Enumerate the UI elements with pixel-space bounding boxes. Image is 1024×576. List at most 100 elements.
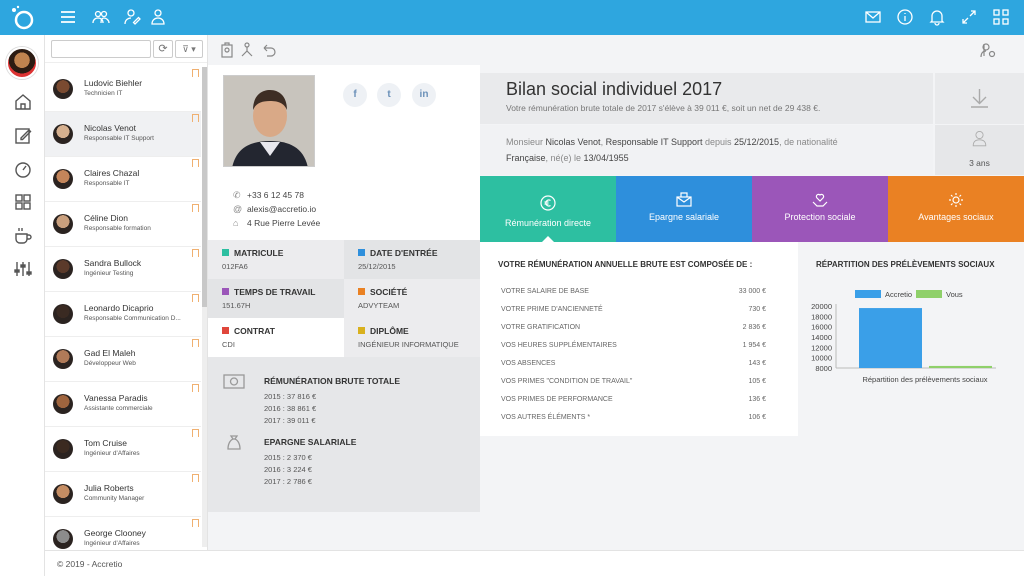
bookmark-icon[interactable] — [192, 69, 199, 77]
summary-birth-date: 13/04/1955 — [583, 153, 629, 163]
epargne-2017: 2017 : 2 786 € — [264, 477, 312, 486]
x-axis-label: Répartition des prélèvements sociaux — [862, 375, 987, 384]
list-item[interactable]: Leonardo Dicaprio Responsable Communicati… — [45, 292, 201, 337]
undo-icon[interactable] — [260, 42, 276, 58]
tab-avantages-sociaux[interactable]: Avantages sociaux — [888, 176, 1024, 242]
list-item[interactable]: Nicolas Venot Responsable IT Support — [45, 112, 201, 157]
bookmark-icon[interactable] — [192, 159, 199, 167]
tab-label: Rémunération directe — [504, 218, 592, 228]
list-item[interactable]: Tom Cruise Ingénieur d'Affaires — [45, 427, 201, 472]
fullscreen-icon[interactable] — [960, 8, 978, 26]
email-row: @ alexis@accretio.io — [233, 204, 316, 214]
temps-label: TEMPS DE TRAVAIL — [234, 287, 316, 297]
tab-label: Avantages sociaux — [918, 212, 994, 222]
list-item[interactable]: Ludovic Biehler Technicien IT — [45, 67, 201, 112]
tab-epargne-salariale[interactable]: Epargne salariale — [616, 176, 752, 242]
summary-role: Responsable IT Support — [605, 137, 703, 147]
badge-icon[interactable] — [219, 42, 235, 58]
email-value[interactable]: alexis@accretio.io — [247, 204, 316, 214]
seniority-value: 3 ans — [969, 158, 990, 168]
bell-icon[interactable] — [928, 8, 946, 26]
employee-role: Responsable IT Support — [84, 135, 154, 142]
refresh-button[interactable]: ⟳ — [153, 40, 173, 58]
filter-dropdown[interactable]: ⊽ ▾ — [175, 40, 203, 58]
avatar[interactable] — [6, 47, 38, 79]
edit-icon[interactable] — [13, 126, 33, 146]
mail-icon[interactable] — [864, 8, 882, 26]
matricule-label: MATRICULE — [234, 248, 284, 258]
employee-avatar — [53, 214, 73, 234]
download-button[interactable] — [935, 73, 1024, 124]
tab-label: Protection sociale — [784, 212, 856, 222]
copyright: © 2019 - Accretio — [57, 559, 123, 569]
home-icon[interactable] — [13, 92, 33, 112]
accretio-logo-icon[interactable] — [8, 5, 36, 31]
left-rail — [0, 35, 45, 576]
menu-icon[interactable] — [59, 8, 77, 26]
temps-cell: TEMPS DE TRAVAIL 151.67H — [208, 279, 344, 318]
table-row: VOS PRIMES "CONDITION DE TRAVAIL" 105 € — [501, 378, 766, 385]
row-label: VOS HEURES SUPPLÉMENTAIRES — [501, 342, 617, 349]
money-icon — [223, 373, 245, 391]
list-item[interactable]: Julia Roberts Community Manager — [45, 472, 201, 517]
employee-name: Céline Dion — [84, 213, 128, 223]
user-edit-icon[interactable] — [124, 8, 142, 26]
employee-name: Sandra Bullock — [84, 258, 142, 268]
bookmark-icon[interactable] — [192, 249, 199, 257]
grid-icon[interactable] — [992, 8, 1010, 26]
bookmark-icon[interactable] — [192, 519, 199, 527]
row-label: VOTRE GRATIFICATION — [501, 324, 581, 331]
coffee-icon[interactable] — [13, 226, 33, 246]
list-item[interactable]: Sandra Bullock Ingénieur Testing — [45, 247, 201, 292]
twitter-icon[interactable]: t — [377, 83, 401, 107]
tab-remuneration-directe[interactable]: Rémunération directe — [480, 176, 616, 242]
sun-icon — [948, 192, 964, 208]
list-item[interactable]: Gad El Maleh Développeur Web — [45, 337, 201, 382]
bookmark-icon[interactable] — [192, 339, 199, 347]
employee-name: Leonardo Dicaprio — [84, 303, 154, 313]
summary-start-date: 25/12/2015 — [734, 137, 780, 147]
bookmark-icon[interactable] — [192, 114, 199, 122]
employee-avatar — [53, 79, 73, 99]
tab-protection-sociale[interactable]: Protection sociale — [752, 176, 888, 242]
table-row: VOS HEURES SUPPLÉMENTAIRES 1 954 € — [501, 342, 766, 349]
linkedin-icon[interactable]: in — [412, 83, 436, 107]
list-item[interactable]: Claires Chazal Responsable IT — [45, 157, 201, 202]
bilan-subtitle: Votre rémunération brute totale de 2017 … — [506, 103, 821, 113]
info-icon[interactable] — [896, 8, 914, 26]
facebook-icon[interactable]: f — [343, 83, 367, 107]
employee-name: Julia Roberts — [84, 483, 134, 493]
summary-since: depuis — [702, 137, 735, 147]
org-chart-icon[interactable] — [239, 42, 255, 58]
list-toolbar: ⟳ ⊽ ▾ — [45, 35, 207, 63]
user-settings-icon[interactable] — [980, 42, 996, 58]
remuneration-2017: 2017 : 39 011 € — [264, 416, 316, 425]
list-item[interactable]: Vanessa Paradis Assistante commerciale — [45, 382, 201, 427]
dashboard-icon[interactable] — [13, 159, 33, 179]
summary-line-2: Française, né(e) le 13/04/1955 — [506, 153, 629, 163]
sliders-icon[interactable] — [13, 259, 33, 279]
scrollbar-thumb[interactable] — [202, 67, 207, 307]
employee-role: Responsable IT — [84, 180, 130, 187]
employee-name: Tom Cruise — [84, 438, 127, 448]
breakdown-title: VOTRE RÉMUNÉRATION ANNUELLE BRUTE EST CO… — [498, 260, 753, 269]
employee-summary: Monsieur Nicolas Venot, Responsable IT S… — [480, 125, 933, 175]
apps-icon[interactable] — [13, 192, 33, 212]
bookmark-icon[interactable] — [192, 294, 199, 302]
team-icon[interactable] — [92, 8, 110, 26]
scrollbar[interactable] — [202, 67, 207, 547]
y-tick-label: 14000 — [811, 333, 832, 342]
user-icon[interactable] — [150, 8, 168, 26]
profile-card: f t in ✆ +33 6 12 45 78 @ alexis@accretio.… — [208, 65, 480, 240]
bookmark-icon[interactable] — [192, 204, 199, 212]
y-tick-label: 10000 — [811, 354, 832, 363]
bookmark-icon[interactable] — [192, 474, 199, 482]
epargne-2015: 2015 : 2 370 € — [264, 453, 312, 462]
remuneration-2015: 2015 : 37 816 € — [264, 392, 317, 401]
employee-name: George Clooney — [84, 528, 146, 538]
phone-value: +33 6 12 45 78 — [247, 190, 304, 200]
bookmark-icon[interactable] — [192, 384, 199, 392]
search-input[interactable] — [51, 40, 151, 58]
bookmark-icon[interactable] — [192, 429, 199, 437]
list-item[interactable]: Céline Dion Responsable formation — [45, 202, 201, 247]
